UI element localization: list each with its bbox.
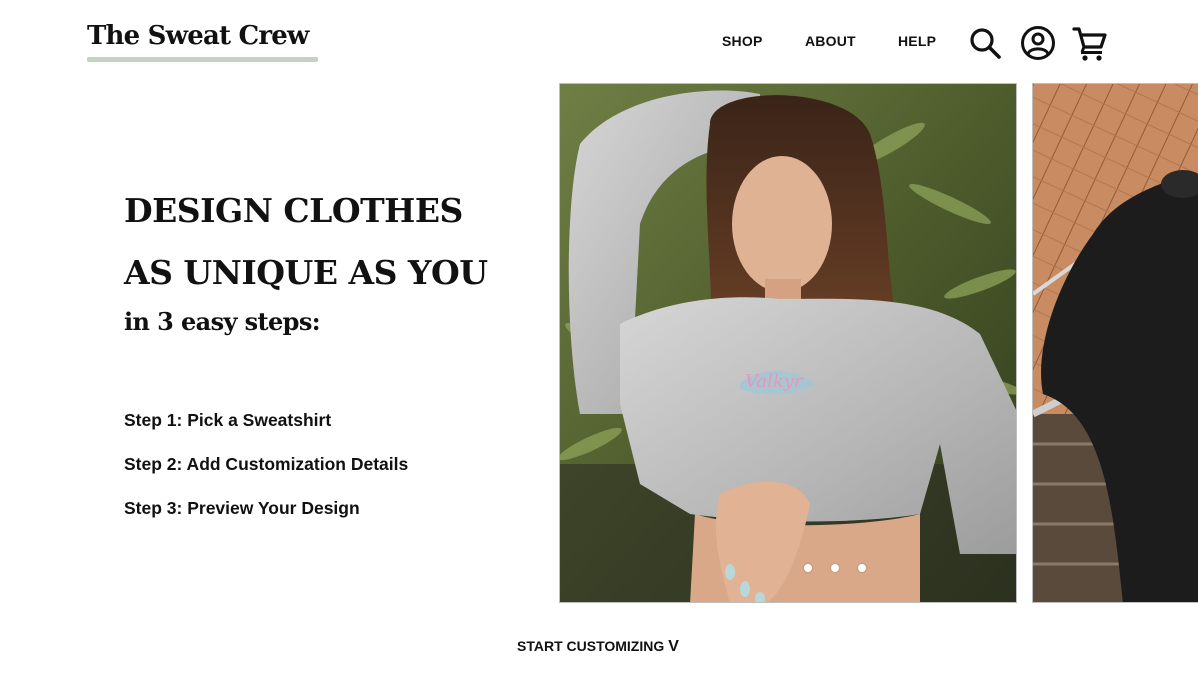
next-model-photo bbox=[1033, 84, 1198, 602]
steps-list: Step 1: Pick a Sweatshirt Step 2: Add Cu… bbox=[124, 408, 408, 540]
carousel-slide-active[interactable]: Valkyr bbox=[559, 83, 1017, 603]
logo-underline bbox=[87, 57, 318, 62]
carousel-dot-1[interactable] bbox=[804, 564, 812, 572]
hero-subhead: in 3 easy steps: bbox=[124, 307, 321, 336]
step-item: Step 3: Preview Your Design bbox=[124, 498, 360, 518]
brand-name: The Sweat Crew bbox=[87, 21, 309, 51]
account-icon bbox=[1021, 26, 1055, 60]
step-item: Step 2: Add Customization Details bbox=[124, 454, 409, 474]
headline-line-1: DESIGN CLOTHES bbox=[124, 191, 463, 230]
start-customizing-button[interactable]: START CUSTOMIZING V bbox=[517, 636, 679, 657]
carousel-dot-3[interactable] bbox=[858, 564, 866, 572]
carousel-slide-next[interactable] bbox=[1032, 83, 1198, 603]
cart-button[interactable] bbox=[1071, 24, 1109, 62]
carousel-dot-2[interactable] bbox=[831, 564, 839, 572]
nav-link-about[interactable]: ABOUT bbox=[805, 33, 856, 49]
headline-line-2: AS UNIQUE AS YOU bbox=[124, 253, 488, 292]
cart-icon bbox=[1072, 27, 1107, 61]
model-photo: Valkyr bbox=[560, 84, 1016, 602]
nav-link-shop[interactable]: SHOP bbox=[722, 33, 762, 49]
account-button[interactable] bbox=[1019, 24, 1057, 62]
step-item: Step 1: Pick a Sweatshirt bbox=[124, 410, 332, 430]
nav-link-help[interactable]: HELP bbox=[898, 33, 936, 49]
brand-logo[interactable]: The Sweat Crew bbox=[87, 18, 318, 62]
cta-label: START CUSTOMIZING bbox=[517, 638, 665, 654]
sweatshirt-logo-text: Valkyr bbox=[745, 371, 804, 392]
search-icon bbox=[970, 28, 1001, 59]
search-button[interactable] bbox=[966, 24, 1004, 62]
hero-headline: DESIGN CLOTHES AS UNIQUE AS YOU bbox=[124, 180, 534, 304]
chevron-down-icon: V bbox=[668, 638, 679, 655]
